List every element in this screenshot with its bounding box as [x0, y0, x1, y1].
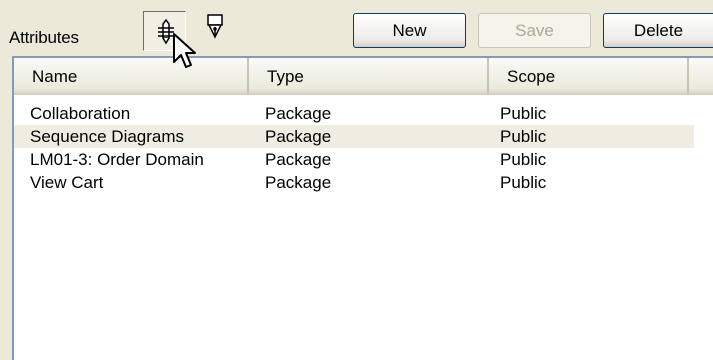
column-header-scope[interactable]: Scope — [489, 58, 689, 94]
row-scope: Public — [500, 127, 547, 146]
row-name: LM01-3: Order Domain — [30, 150, 204, 169]
attributes-list[interactable]: Name Type Scope Collaboration Package Pu… — [12, 56, 713, 360]
attributes-toolbar: Attributes New Save Delete — [0, 0, 713, 51]
row-name: Sequence Diagrams — [30, 127, 185, 146]
list-row[interactable]: LM01-3: Order Domain Package Public — [14, 148, 713, 171]
row-type: Package — [265, 127, 332, 146]
pencil-toggle-button[interactable] — [143, 11, 186, 51]
delete-button[interactable]: Delete — [603, 13, 713, 48]
row-name: View Cart — [30, 173, 104, 192]
list-header: Name Type Scope — [14, 58, 713, 95]
column-header-name[interactable]: Name — [14, 58, 249, 94]
pen-toggle-button[interactable] — [196, 11, 234, 45]
column-header-type[interactable]: Type — [249, 58, 489, 94]
save-button[interactable]: Save — [478, 13, 591, 48]
list-row[interactable]: Collaboration Package Public — [14, 102, 713, 125]
row-type: Package — [265, 150, 332, 169]
row-name: Collaboration — [30, 104, 131, 123]
list-row[interactable]: View Cart Package Public — [14, 171, 713, 194]
row-type: Package — [265, 104, 332, 123]
row-type: Package — [265, 173, 332, 192]
pencil-stack-icon — [158, 18, 174, 45]
pen-nib-icon — [207, 14, 223, 39]
row-scope: Public — [500, 150, 547, 169]
attributes-label: Attributes — [9, 28, 79, 47]
row-scope: Public — [500, 173, 547, 192]
row-scope: Public — [500, 104, 547, 123]
new-button[interactable]: New — [353, 13, 466, 48]
attributes-panel: Attributes New Save Delete Name Type Sco… — [0, 0, 713, 360]
list-row-selected[interactable]: Sequence Diagrams Package Public — [14, 125, 694, 148]
list-rows: Collaboration Package Public Sequence Di… — [14, 102, 713, 194]
